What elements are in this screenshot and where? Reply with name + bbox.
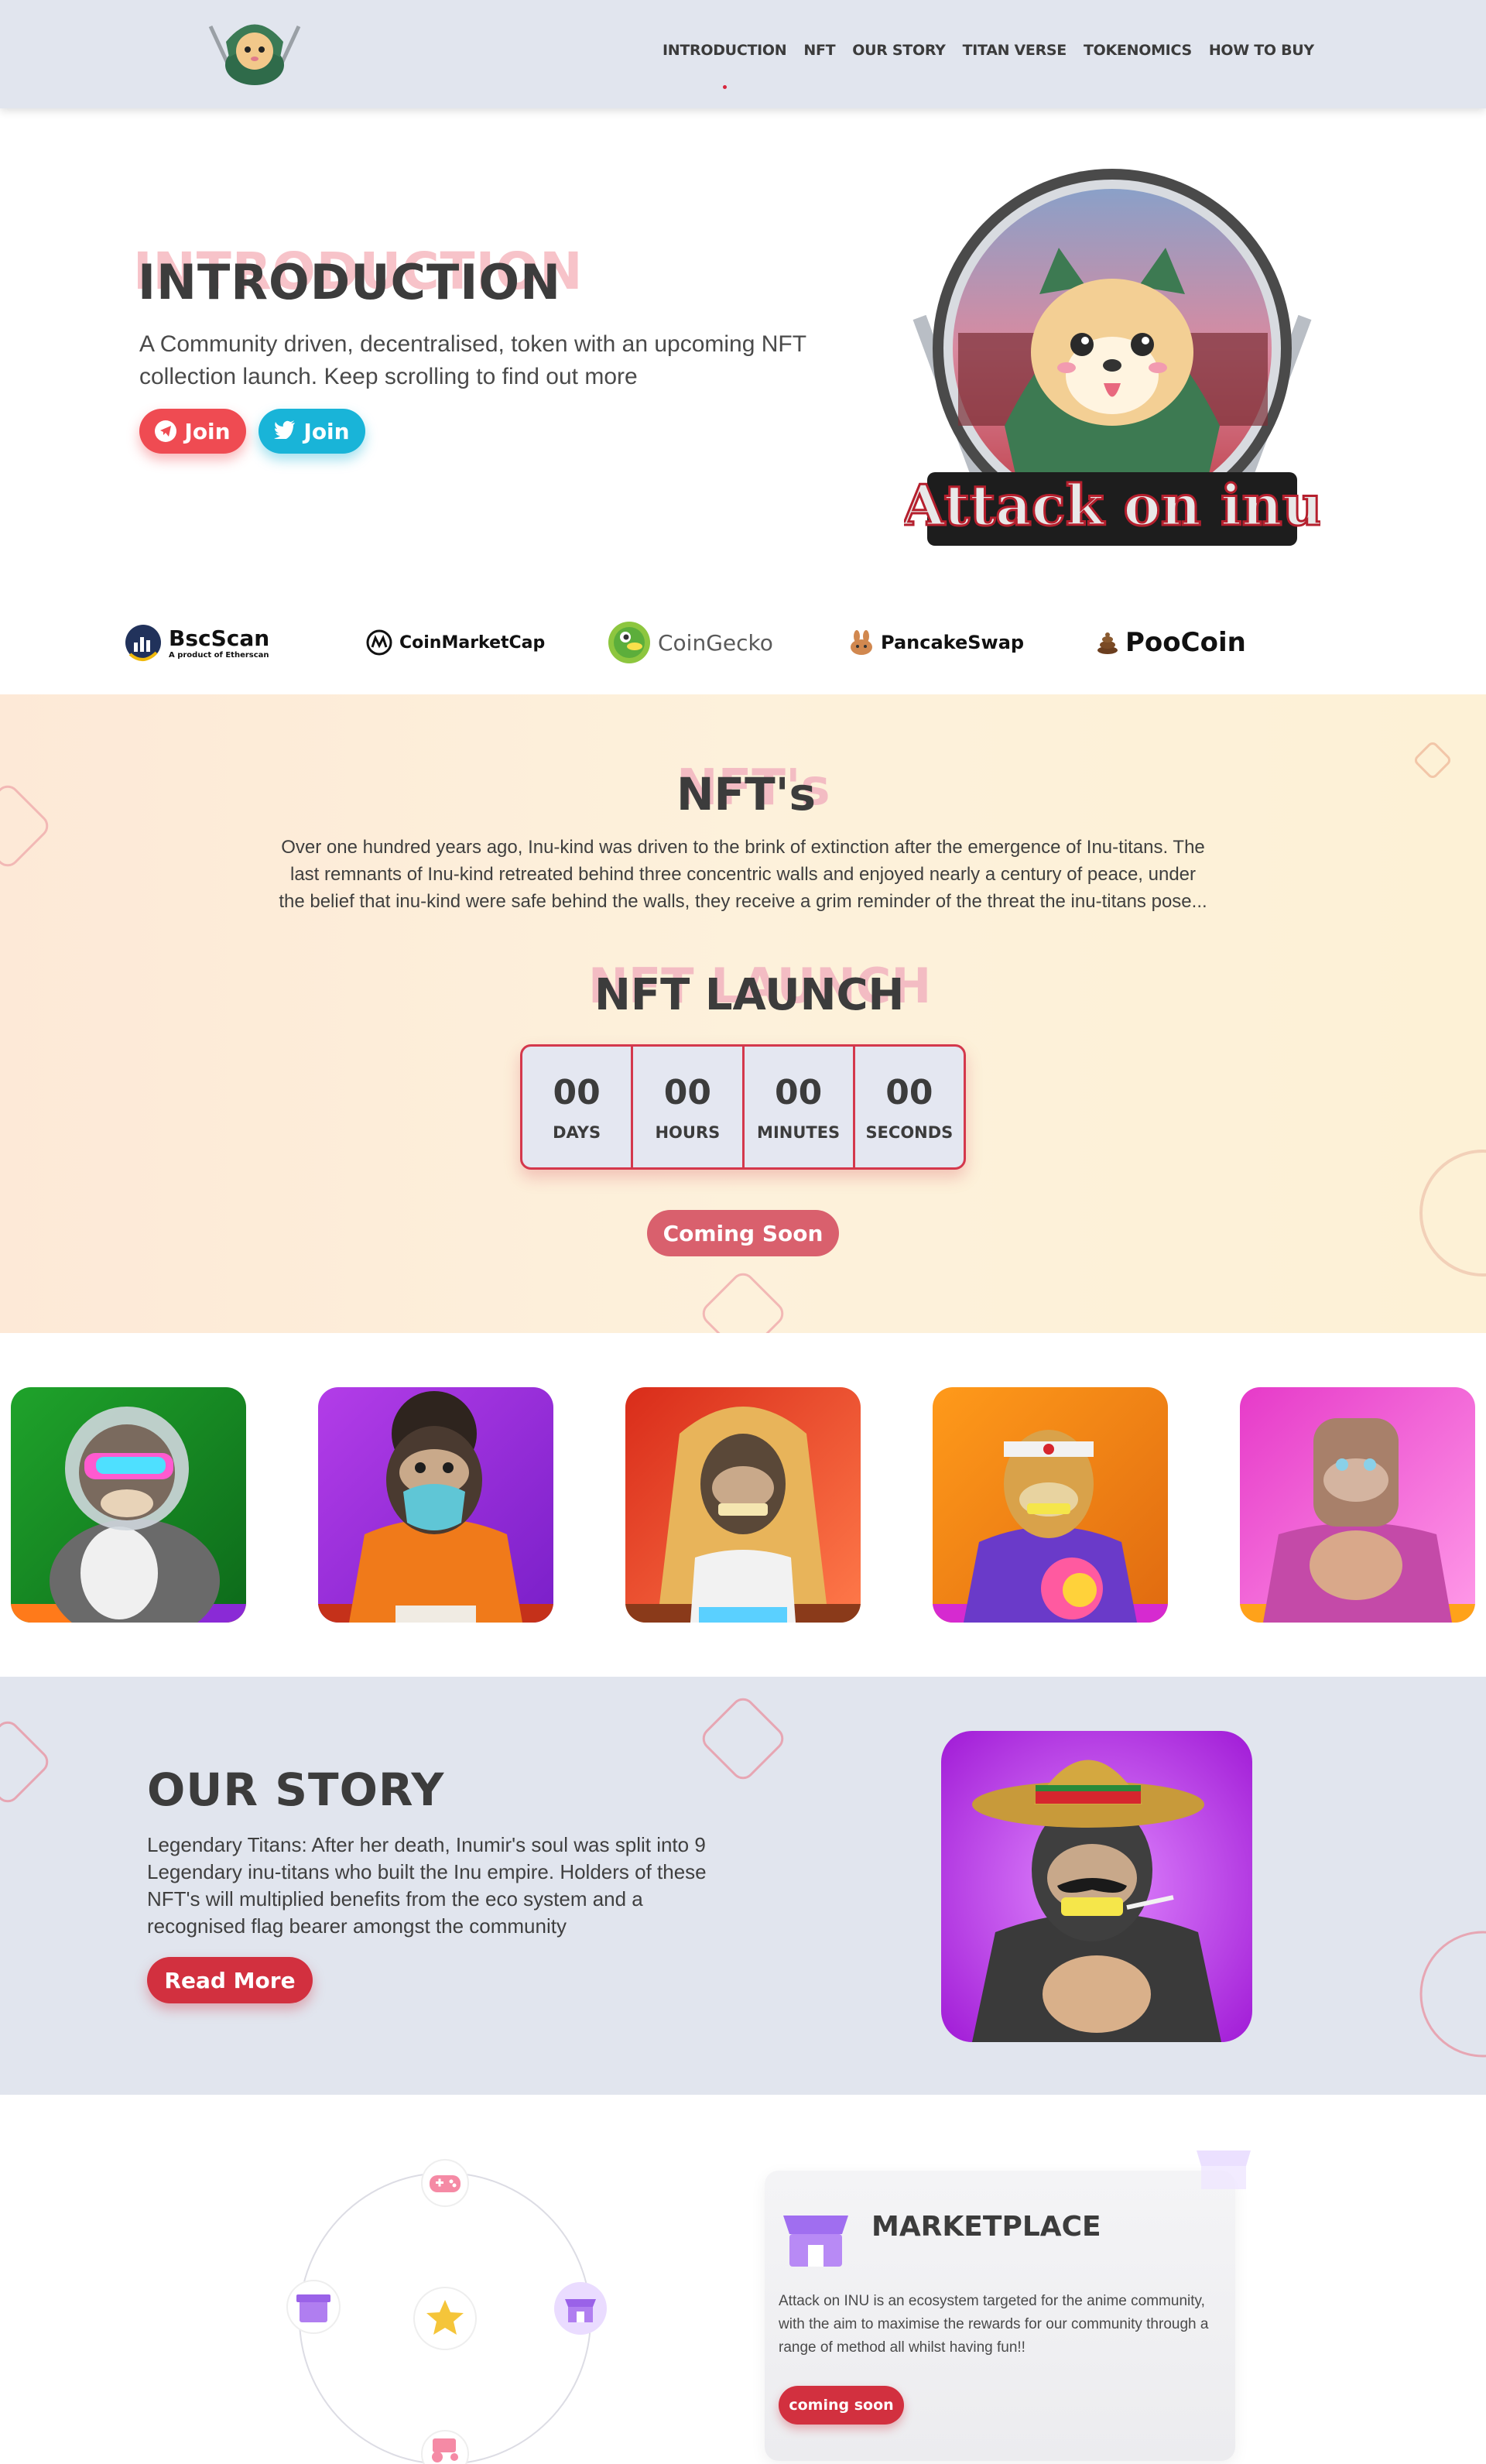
bscscan-icon <box>125 625 161 661</box>
bscscan-sub-label: A product of Etherscan <box>169 651 269 660</box>
our-story-title: OUR STORY <box>147 1763 445 1816</box>
twitter-icon <box>274 419 296 444</box>
nft-title: NFT's <box>676 768 817 821</box>
star-icon <box>426 2300 464 2335</box>
ecosystem-orbit <box>255 2137 642 2464</box>
partner-poocoin[interactable]: PooCoin <box>1096 612 1246 673</box>
join-twitter-label: Join <box>303 418 350 444</box>
nft-launch-title: NFT LAUNCH <box>594 970 905 1020</box>
partner-pancakeswap[interactable]: PancakeSwap <box>848 612 1024 673</box>
our-story-section: OUR STORY Legendary Titans: After her de… <box>0 1677 1486 2095</box>
bscscan-label: BscScan <box>169 625 270 651</box>
story-ape-sombrero <box>941 1731 1252 2042</box>
countdown-hours-label: HOURS <box>655 1122 721 1142</box>
telegram-icon <box>155 420 177 442</box>
join-telegram-button[interactable]: Join <box>139 409 246 454</box>
marketplace-coming-soon-button[interactable]: coming soon <box>779 2386 904 2425</box>
poocoin-icon <box>1097 632 1118 654</box>
read-more-button[interactable]: Read More <box>147 1957 313 2003</box>
countdown-days-label: DAYS <box>553 1122 601 1142</box>
coming-soon-button[interactable]: Coming Soon <box>647 1210 839 1256</box>
gamepad-icon <box>430 2175 461 2192</box>
intro-description: A Community driven, decentralised, token… <box>139 331 806 389</box>
countdown-days: 00 DAYS <box>522 1047 634 1167</box>
countdown-minutes-value: 00 <box>775 1072 823 1112</box>
decor-diamond-small <box>1414 742 1451 779</box>
nft-ape-prisoner[interactable] <box>318 1387 553 1623</box>
nav-link-introduction[interactable]: INTRODUCTION <box>663 42 787 59</box>
partner-coingecko[interactable]: CoinGecko <box>607 612 773 673</box>
decor-diamond-story-left <box>0 1721 49 1803</box>
decor-diamond-left <box>0 785 49 867</box>
pancakeswap-label: PancakeSwap <box>881 632 1025 653</box>
nft-section: NFT's NFT's Over one hundred years ago, … <box>0 694 1486 1333</box>
gift-box-icon <box>296 2294 330 2322</box>
nft-ape-astronaut[interactable] <box>11 1387 246 1623</box>
nav-link-how-to-buy[interactable]: HOW TO BUY <box>1209 42 1314 59</box>
countdown-seconds: 00 SECONDS <box>855 1047 964 1167</box>
partner-coinmarketcap[interactable]: CoinMarketCap <box>365 612 545 673</box>
poocoin-label: PooCoin <box>1125 627 1246 658</box>
nav-link-nft[interactable]: NFT <box>803 42 835 59</box>
decor-circle-story <box>1419 1931 1486 2058</box>
partners-bar: BscScan A product of Etherscan CoinMarke… <box>0 612 1486 673</box>
join-twitter-button[interactable]: Join <box>259 409 365 454</box>
coinmarketcap-label: CoinMarketCap <box>399 632 546 653</box>
countdown-minutes: 00 MINUTES <box>745 1047 855 1167</box>
our-story-description: Legendary Titans: After her death, Inumi… <box>147 1833 707 1938</box>
nft-description: Over one hundred years ago, Inu-kind was… <box>279 837 1207 912</box>
launch-countdown: 00 DAYS 00 HOURS 00 MINUTES 00 SECONDS <box>520 1044 966 1170</box>
site-logo[interactable] <box>203 11 306 88</box>
coingecko-label: CoinGecko <box>658 629 773 656</box>
join-telegram-label: Join <box>184 418 231 444</box>
nav-links: INTRODUCTION NFT OUR STORY TITAN VERSE T… <box>663 42 1314 59</box>
decor-circle-right <box>1419 1150 1486 1277</box>
coinmarketcap-icon <box>366 629 392 656</box>
nft-ape-tie-dye[interactable] <box>933 1387 1168 1623</box>
marketplace-store-icon <box>783 2216 848 2267</box>
active-nav-indicator <box>723 85 727 89</box>
coingecko-icon <box>608 622 650 663</box>
nft-ape-bored[interactable] <box>1240 1387 1475 1623</box>
top-navbar: INTRODUCTION NFT OUR STORY TITAN VERSE T… <box>0 0 1486 108</box>
countdown-seconds-label: SECONDS <box>865 1122 954 1142</box>
intro-title: INTRODUCTION <box>138 254 561 310</box>
nft-ape-long-hair[interactable] <box>625 1387 861 1623</box>
marketplace-card: MARKETPLACE Attack on INU is an ecosyste… <box>765 2150 1251 2461</box>
decor-store-icon-faded <box>1197 2150 1251 2189</box>
countdown-hours-value: 00 <box>663 1072 711 1112</box>
marketplace-description: Attack on INU is an ecosystem targeted f… <box>779 2293 1209 2356</box>
emblem-logo-text: Attack on inu <box>904 472 1320 538</box>
tractor-icon <box>432 2438 458 2462</box>
marketplace-title: MARKETPLACE <box>871 2211 1101 2243</box>
pancakeswap-bunny-icon <box>851 630 872 655</box>
nav-link-titan-verse[interactable]: TITAN VERSE <box>963 42 1067 59</box>
countdown-minutes-label: MINUTES <box>757 1122 841 1142</box>
countdown-days-value: 00 <box>553 1072 601 1112</box>
nav-link-our-story[interactable]: OUR STORY <box>852 42 946 59</box>
partner-bscscan[interactable]: BscScan A product of Etherscan <box>124 612 269 673</box>
decor-diamond-bottom <box>702 1273 784 1333</box>
nav-link-tokenomics[interactable]: TOKENOMICS <box>1084 42 1192 59</box>
shop-icon <box>565 2299 596 2322</box>
decor-diamond-story-top <box>702 1698 784 1780</box>
attack-on-inu-emblem: Attack on inu <box>899 163 1324 573</box>
countdown-seconds-value: 00 <box>885 1072 933 1112</box>
countdown-hours: 00 HOURS <box>633 1047 745 1167</box>
